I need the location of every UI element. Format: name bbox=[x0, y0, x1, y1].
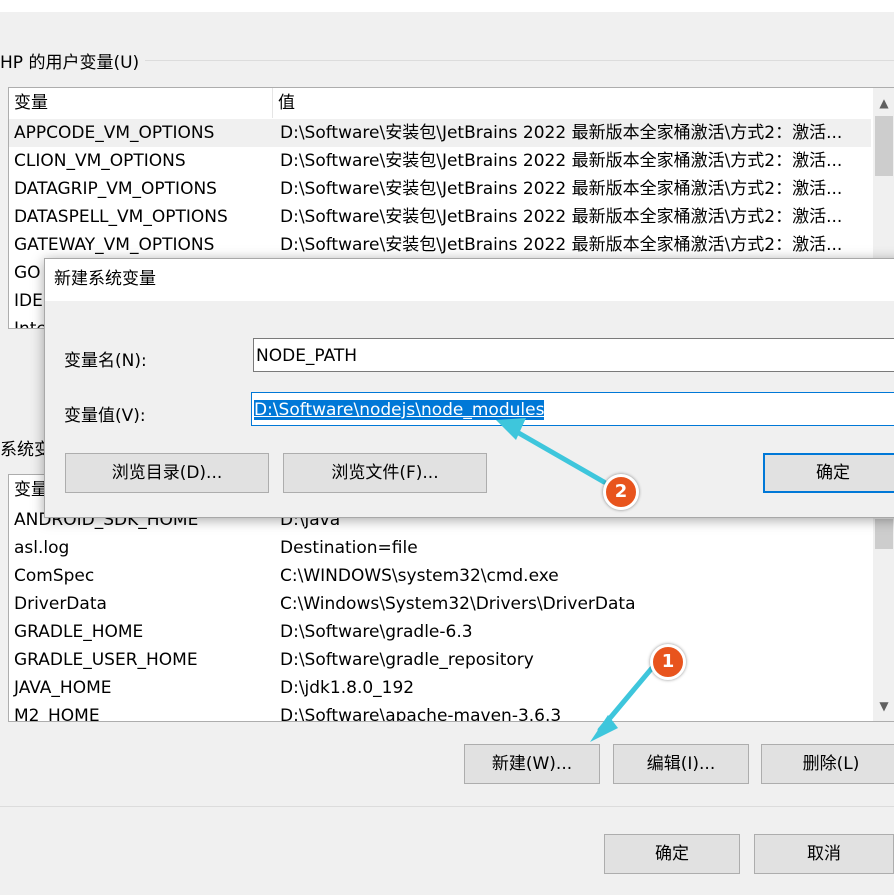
arrow-2 bbox=[496, 418, 607, 485]
annotation-badge-1: 1 bbox=[650, 644, 686, 680]
arrow-1 bbox=[590, 665, 655, 742]
annotation-badge-2: 2 bbox=[603, 474, 639, 510]
annotation-arrows bbox=[496, 418, 655, 742]
